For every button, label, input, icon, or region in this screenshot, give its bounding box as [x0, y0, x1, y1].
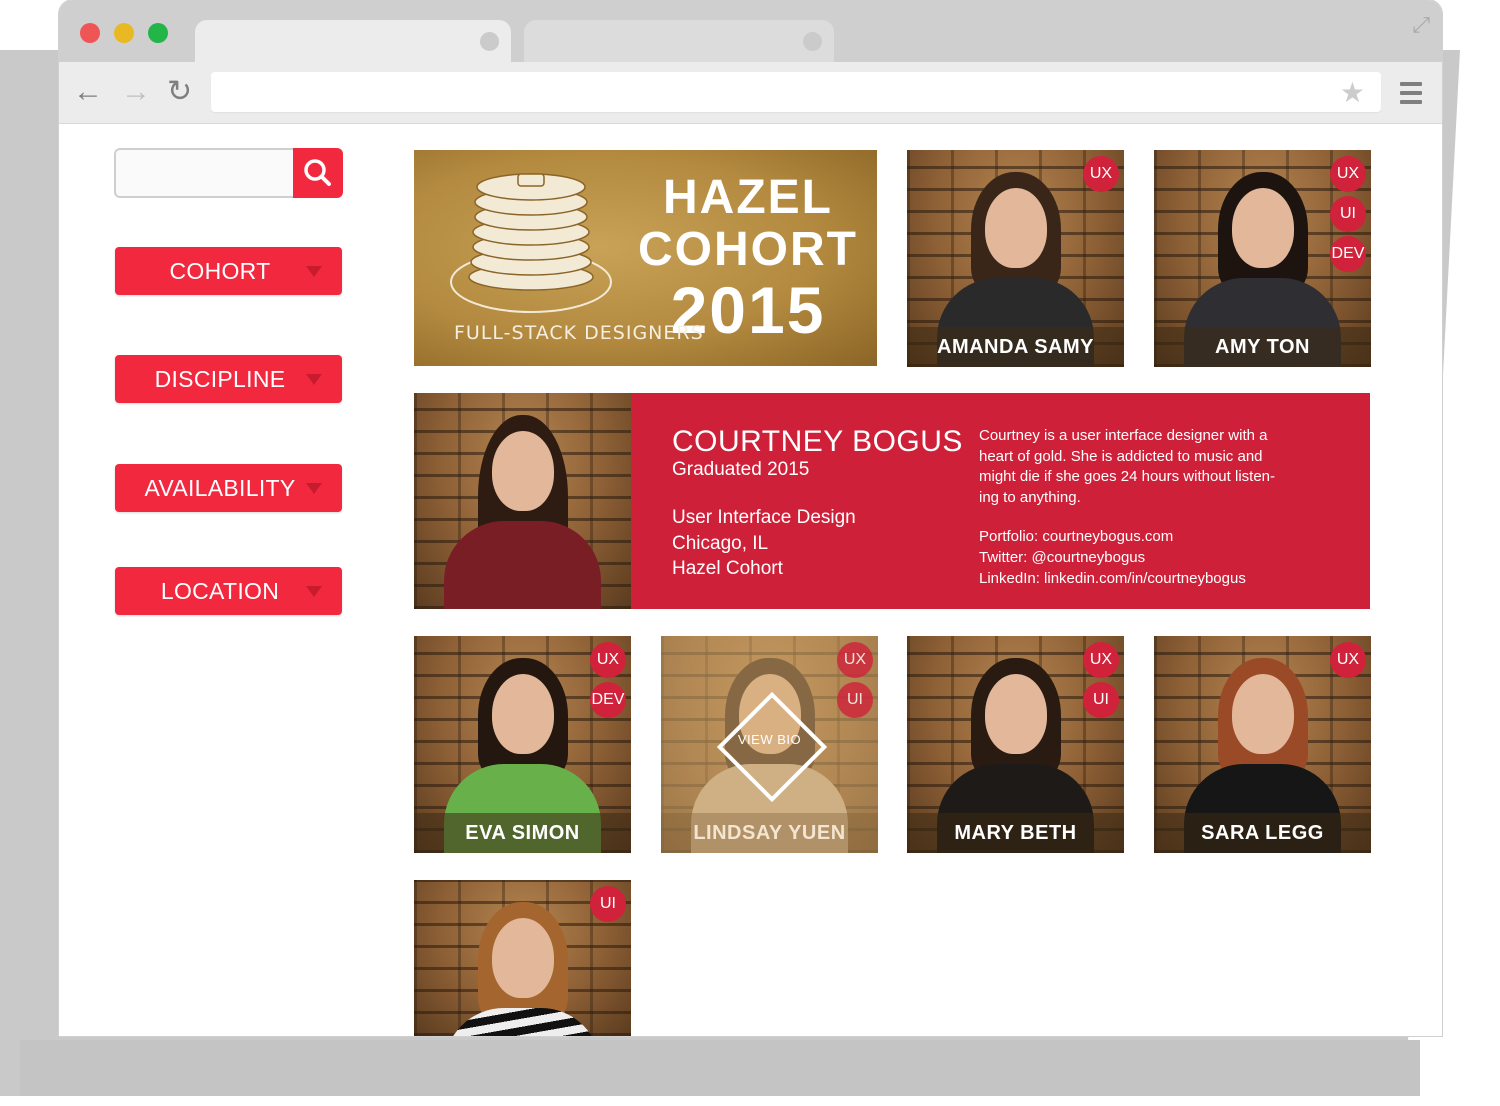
portrait-face [985, 674, 1047, 754]
tag-badge: UI [590, 886, 626, 922]
detail-cohort: Hazel Cohort [672, 558, 783, 579]
browser-window: ⤢ ← → ↻ ★ COHORT DISCIPLINE AVAILABILITY… [59, 0, 1442, 1036]
tab-bar: ⤢ [59, 0, 1442, 62]
tag-badge: UX [1330, 642, 1366, 678]
portrait-face [985, 188, 1047, 268]
portrait-face [1232, 188, 1294, 268]
tag-badge: DEV [1330, 236, 1366, 272]
view-bio-label[interactable]: VIEW BIO [661, 732, 878, 747]
tag-badge: DEV [590, 682, 626, 718]
pancake-stack-icon [450, 173, 612, 313]
discipline-filter-label: DISCIPLINE [154, 366, 286, 392]
tag-badge: UI [1083, 682, 1119, 718]
window-shadow-base [20, 1040, 1420, 1096]
tag-badge: UX [837, 642, 873, 678]
detail-discipline: User Interface Design [672, 507, 856, 528]
page-content: COHORT DISCIPLINE AVAILABILITY LOCATION [59, 123, 1442, 1036]
person-card[interactable]: UX UI VIEW BIO LINDSAY YUEN [661, 636, 878, 853]
portrait-face [1232, 674, 1294, 754]
tag-badge: UX [1083, 642, 1119, 678]
person-name: AMY TON [1154, 327, 1371, 367]
portfolio-link[interactable]: Portfolio: courtneybogus.com [979, 528, 1173, 545]
star-icon[interactable]: ★ [1340, 76, 1365, 109]
expand-icon[interactable]: ⤢ [1412, 12, 1430, 38]
chevron-down-icon [306, 586, 322, 597]
linkedin-link[interactable]: LinkedIn: linkedin.com/in/courtneybogus [979, 570, 1246, 587]
person-card[interactable]: UX SARA LEGG [1154, 636, 1371, 853]
person-name: SARA LEGG [1154, 813, 1371, 853]
address-bar[interactable]: ★ [211, 72, 1381, 112]
portrait-face [492, 674, 554, 754]
availability-filter-dropdown[interactable]: AVAILABILITY [115, 464, 342, 512]
tag-badge: UI [837, 682, 873, 718]
hero-subtitle: FULL-STACK DESIGNERS [454, 322, 704, 344]
search-box [114, 148, 344, 198]
search-input[interactable] [114, 148, 306, 198]
tab-active[interactable] [195, 20, 511, 62]
chevron-down-icon [306, 374, 322, 385]
chevron-down-icon [306, 483, 322, 494]
browser-toolbar: ← → ↻ ★ [59, 62, 1442, 124]
back-arrow-icon[interactable]: ← [73, 75, 103, 109]
forward-arrow-icon[interactable]: → [121, 75, 151, 109]
close-window-button[interactable] [80, 23, 100, 43]
cohort-filter-dropdown[interactable]: COHORT [115, 247, 342, 295]
chevron-down-icon [306, 266, 322, 277]
hamburger-menu-icon[interactable] [1400, 82, 1422, 109]
bio-detail-panel: COURTNEY BOGUS Graduated 2015 User Inter… [414, 393, 1370, 609]
search-icon [304, 159, 331, 186]
hero-title-line2: COHORT [638, 223, 858, 276]
hero-title-line1: HAZEL [663, 171, 833, 224]
tag-badge: UX [590, 642, 626, 678]
location-filter-label: LOCATION [160, 578, 280, 604]
detail-graduated: Graduated 2015 [672, 459, 810, 480]
minimize-window-button[interactable] [114, 23, 134, 43]
portrait-face [492, 918, 554, 998]
cohort-hero-banner: HAZEL COHORT 2015 FULL-STACK DESIGNERS [414, 150, 877, 366]
maximize-window-button[interactable] [148, 23, 168, 43]
person-card[interactable]: UX UI DEV AMY TON [1154, 150, 1371, 367]
twitter-link[interactable]: Twitter: @courtneybogus [979, 549, 1145, 566]
search-button[interactable] [293, 148, 343, 198]
person-name: LINDSAY YUEN [661, 813, 878, 853]
cohort-filter-label: COHORT [169, 258, 271, 284]
detail-photo [414, 393, 631, 609]
person-name: MARY BETH STANTON [907, 813, 1124, 853]
portrait-body [444, 521, 601, 609]
person-name: EVA SIMON [414, 813, 631, 853]
detail-bio: Courtney is a user interface designer wi… [979, 427, 1275, 506]
person-name: AMANDA SAMY [907, 327, 1124, 367]
person-card[interactable]: UX UI MARY BETH STANTON [907, 636, 1124, 853]
tab-close-icon[interactable] [480, 32, 499, 51]
view-bio-diamond[interactable] [716, 691, 828, 803]
detail-location: Chicago, IL [672, 533, 769, 554]
detail-name: COURTNEY BOGUS [672, 425, 963, 458]
person-card[interactable]: UX AMANDA SAMY [907, 150, 1124, 367]
tab-inactive[interactable] [524, 20, 834, 62]
tag-badge: UX [1330, 156, 1366, 192]
discipline-filter-dropdown[interactable]: DISCIPLINE [115, 355, 342, 403]
reload-icon[interactable]: ↻ [167, 75, 192, 109]
availability-filter-label: AVAILABILITY [144, 475, 296, 501]
tag-badge: UX [1083, 156, 1119, 192]
person-card[interactable]: UX DEV EVA SIMON [414, 636, 631, 853]
tab-close-icon[interactable] [803, 32, 822, 51]
person-card[interactable]: UI [414, 880, 631, 1036]
tag-badge: UI [1330, 196, 1366, 232]
location-filter-dropdown[interactable]: LOCATION [115, 567, 342, 615]
portrait-face [492, 431, 554, 511]
